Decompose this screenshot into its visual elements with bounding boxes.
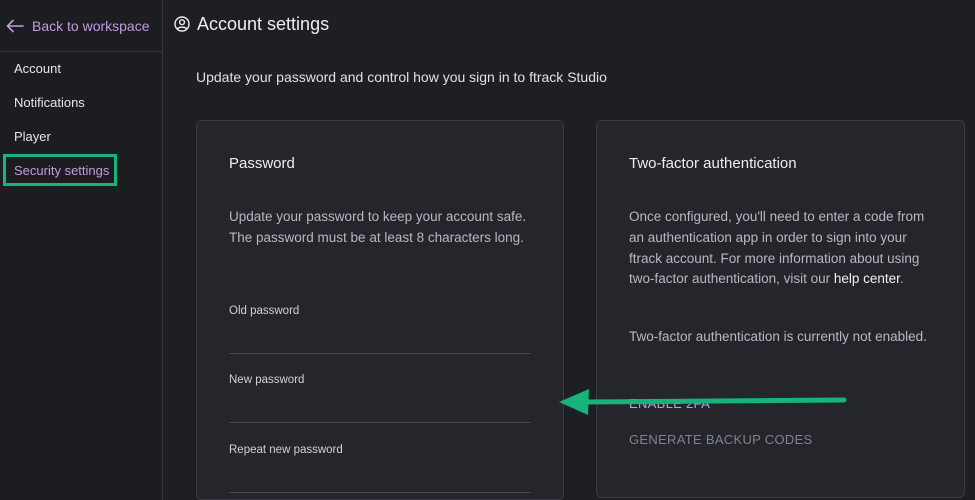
new-password-label: New password — [229, 374, 305, 386]
sidebar: Back to workspace Account Notifications … — [0, 0, 163, 500]
page-title: Account settings — [197, 13, 330, 34]
nav-item-notifications[interactable]: Notifications — [14, 95, 85, 110]
selection-highlight-box — [3, 154, 117, 186]
two-factor-status: Two-factor authentication is currently n… — [629, 329, 927, 344]
nav-item-account[interactable]: Account — [14, 61, 61, 76]
password-card-title: Password — [229, 155, 295, 172]
nav-item-player[interactable]: Player — [14, 129, 51, 144]
password-card-description: Update your password to keep your accoun… — [229, 209, 527, 245]
password-card: Password Update your password to keep yo… — [196, 120, 564, 500]
repeat-password-field[interactable] — [229, 471, 531, 493]
new-password-field[interactable] — [229, 401, 531, 423]
old-password-field[interactable] — [229, 332, 531, 354]
repeat-password-label: Repeat new password — [229, 444, 343, 456]
old-password-label: Old password — [229, 305, 300, 317]
generate-backup-codes-button[interactable]: GENERATE BACKUP CODES — [629, 432, 813, 447]
two-factor-description: Once configured, you'll need to enter a … — [629, 207, 939, 290]
account-circle-icon — [174, 16, 190, 32]
help-center-link[interactable]: help center — [834, 271, 900, 286]
two-factor-card-title: Two-factor authentication — [629, 155, 797, 172]
page-subtitle: Update your password and control how you… — [196, 69, 607, 85]
main-content: Account settings Update your password an… — [164, 0, 975, 500]
back-to-workspace-link[interactable]: Back to workspace — [0, 0, 163, 52]
arrow-left-icon — [6, 19, 24, 33]
back-label: Back to workspace — [32, 17, 150, 34]
two-factor-description-end: . — [899, 271, 904, 287]
two-factor-card: Two-factor authentication Once configure… — [596, 120, 965, 498]
page-header: Account settings — [174, 13, 329, 35]
annotation-arrow-icon — [559, 389, 847, 415]
